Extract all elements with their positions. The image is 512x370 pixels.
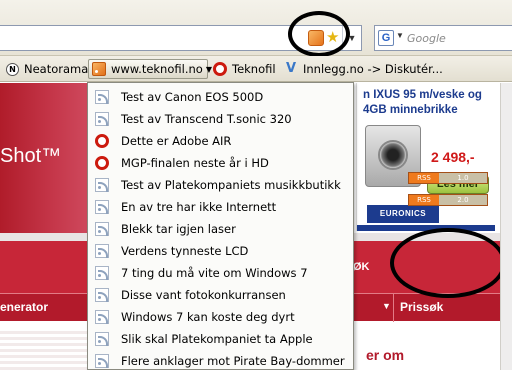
menu-item[interactable]: Test av Transcend T.sonic 320: [88, 108, 353, 130]
feed-item-icon: [95, 112, 109, 126]
menu-item-label: MGP-finalen neste år i HD: [121, 156, 269, 170]
feed-item-icon: [95, 90, 109, 104]
live-bookmark-teknofil[interactable]: www.teknofil.no ▼: [88, 59, 212, 79]
band-label: ØK: [353, 261, 370, 273]
menu-item-label: Test av Canon EOS 500D: [121, 90, 264, 104]
nav-item-generator[interactable]: enerator: [0, 300, 48, 314]
menu-item-label: Dette er Adobe AIR: [121, 134, 232, 148]
rss-feed-icon: [92, 62, 106, 76]
neatorama-icon: N: [6, 62, 19, 76]
feed-item-icon: [95, 178, 109, 192]
google-icon[interactable]: G: [378, 30, 394, 46]
menu-item-label: Blekk tar igjen laser: [121, 222, 236, 236]
navigation-toolbar: ★ ▼ G ▼: [0, 0, 512, 57]
content-image: [0, 321, 88, 370]
rss-badge[interactable]: RSS 2.0: [408, 194, 488, 206]
rss-badge-version: 2.0: [439, 195, 487, 205]
menu-item-label: Disse vant fotokonkurransen: [121, 288, 286, 302]
vertical-scrollbar[interactable]: [500, 83, 512, 370]
chevron-down-icon[interactable]: ▼: [382, 301, 391, 311]
bookmarks-toolbar: N Neatorama www.teknofil.no ▼ Teknofil V…: [0, 56, 512, 82]
feed-item-icon: [95, 244, 109, 258]
menu-item-label: 7 ting du må vite om Windows 7: [121, 266, 308, 280]
ad-subheadline: 4GB minnebrikke: [363, 104, 458, 116]
bookmark-label: Neatorama: [24, 62, 89, 76]
bookmark-label: www.teknofil.no: [111, 62, 203, 76]
bookmark-neatorama[interactable]: N Neatorama: [6, 59, 88, 79]
feed-item-icon: [95, 266, 109, 280]
menu-item[interactable]: Test av Canon EOS 500D: [88, 86, 353, 108]
rss-badge-version: 1.0: [439, 173, 487, 183]
feed-item-icon: [95, 222, 109, 236]
bookmark-teknofil[interactable]: Teknofil: [213, 59, 276, 79]
rss-badge-label: RSS: [409, 173, 439, 183]
feed-item-icon: [95, 200, 109, 214]
annotation-circle: [390, 228, 506, 298]
live-bookmark-menu: Test av Canon EOS 500D Test av Transcend…: [87, 82, 354, 370]
feed-item-icon: [95, 332, 109, 346]
bookmark-label: Innlegg.no -> Diskutér...: [303, 62, 443, 76]
menu-item[interactable]: Test av Platekompaniets musikkbutikk: [88, 174, 353, 196]
menu-item[interactable]: Windows 7 kan koste deg dyrt: [88, 306, 353, 328]
section-heading[interactable]: er om: [366, 347, 404, 363]
v-icon: V: [285, 61, 297, 76]
rss-badge[interactable]: RSS 1.0: [408, 172, 488, 184]
nav-item-prissok[interactable]: Prissøk: [400, 300, 443, 314]
opera-icon: [95, 156, 109, 170]
opera-icon: [95, 134, 109, 148]
menu-item-label: En av tre har ikke Internett: [121, 200, 277, 214]
camera-lens-icon: [378, 140, 408, 170]
menu-item[interactable]: Slik skal Platekompaniet ta Apple: [88, 328, 353, 350]
ad-price: 2 498,-: [431, 149, 475, 165]
menu-item-label: Windows 7 kan koste deg dyrt: [121, 310, 295, 324]
advertisement[interactable]: n IXUS 95 m/veske og 4GB minnebrikke 2 4…: [356, 83, 495, 231]
menu-item-label: Verdens tynneste LCD: [121, 244, 249, 258]
feed-item-icon: [95, 288, 109, 302]
menu-item-label: Slik skal Platekompaniet ta Apple: [121, 332, 313, 346]
menu-item[interactable]: MGP-finalen neste år i HD: [88, 152, 353, 174]
image-texture: [0, 331, 88, 370]
chevron-down-icon[interactable]: ▼: [396, 31, 404, 40]
hero-title: Shot™: [0, 145, 62, 167]
bookmark-label: Teknofil: [232, 62, 276, 76]
menu-item[interactable]: 7 ting du må vite om Windows 7: [88, 262, 353, 284]
menu-item[interactable]: Blekk tar igjen laser: [88, 218, 353, 240]
search-input[interactable]: [407, 30, 511, 46]
menu-item-label: Test av Transcend T.sonic 320: [121, 112, 292, 126]
opera-icon: [213, 62, 227, 76]
bookmark-innlegg[interactable]: V Innlegg.no -> Diskutér...: [284, 59, 443, 79]
menu-item[interactable]: Dette er Adobe AIR: [88, 130, 353, 152]
menu-item[interactable]: En av tre har ikke Internett: [88, 196, 353, 218]
menu-item-label: Test av Platekompaniets musikkbutikk: [121, 178, 341, 192]
hero-banner: Shot™: [0, 83, 90, 233]
divider: [393, 294, 394, 322]
annotation-circle: [288, 11, 350, 57]
feed-item-icon: [95, 310, 109, 324]
menu-item[interactable]: Verdens tynneste LCD: [88, 240, 353, 262]
chevron-down-icon: ▼: [205, 64, 212, 74]
menu-item-label: Flere anklager mot Pirate Bay-dommer: [121, 354, 345, 368]
rss-badge-label: RSS: [409, 195, 439, 205]
euronics-logo: EURONICS: [367, 205, 439, 223]
search-box: G ▼: [374, 25, 512, 51]
menu-item[interactable]: Disse vant fotokonkurransen: [88, 284, 353, 306]
ad-headline: n IXUS 95 m/veske og: [363, 89, 482, 101]
menu-item[interactable]: Flere anklager mot Pirate Bay-dommer: [88, 350, 353, 369]
feed-item-icon: [95, 354, 109, 368]
